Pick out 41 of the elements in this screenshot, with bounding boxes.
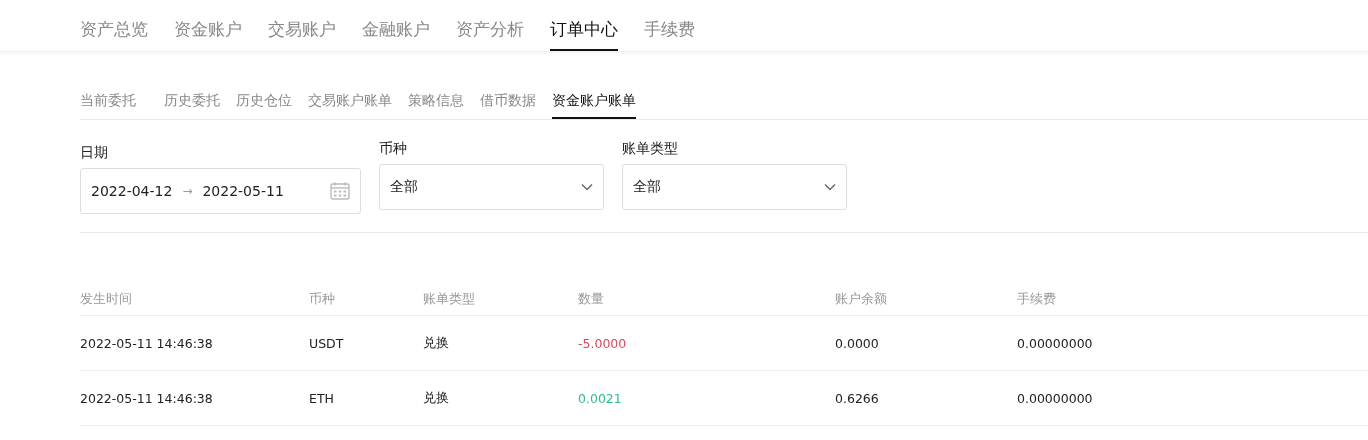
table-cell-text: 兑换 [423,389,450,407]
nav-tab[interactable]: 手续费 [644,0,695,51]
chevron-down-icon [581,183,593,191]
sub-tab[interactable]: 策略信息 [408,92,464,119]
column-header: 账户余额 [835,291,888,308]
date-range-field[interactable]: 2022-04-12 → 2022-05-11 [80,168,361,214]
nav-tab[interactable]: 资产总览 [80,0,148,51]
field-label: 日期 [80,144,109,162]
table-cell-text: 2022-05-11 14:46:38 [80,390,214,406]
table-cell-text: 兑换 [423,334,450,352]
sub-tab[interactable]: 借币数据 [480,92,536,119]
table-cell-text: 0.0000 [835,335,880,351]
table-cell-text: ETH [309,390,335,406]
table-cell-text: 0.00000000 [1017,390,1094,406]
chevron-down-icon [824,183,836,191]
sub-tab[interactable]: 历史仓位 [236,92,292,119]
bill-type-select[interactable]: 全部 [622,164,847,210]
column-header: 发生时间 [80,291,133,308]
column-header: 数量 [578,291,605,308]
column-header: 账单类型 [423,291,476,308]
column-header: 币种 [309,291,336,308]
table-cell-text: USDT [309,335,345,351]
table-cell-text: 2022-05-11 14:46:38 [80,335,214,351]
field-label: 账单类型 [622,140,679,158]
nav-tab[interactable]: 订单中心 [550,0,618,51]
field-label: 币种 [379,140,408,158]
nav-tab[interactable]: 金融账户 [362,0,430,51]
table-cell-text: -5.0000 [578,335,628,351]
nav-tab[interactable]: 资产分析 [456,0,524,51]
currency-select[interactable]: 全部 [379,164,604,210]
calendar-icon [330,182,350,200]
nav-tab[interactable]: 交易账户 [268,0,336,51]
table-cell-text: 0.0021 [578,390,623,406]
nav-tab[interactable]: 资金账户 [174,0,242,51]
table-cell-text: 0.6266 [835,390,880,406]
sub-tab[interactable]: 当前委托 [80,92,136,119]
sub-tab[interactable]: 历史委托 [164,92,220,119]
table-cell-text: 0.00000000 [1017,335,1094,351]
column-header: 手续费 [1017,291,1057,308]
sub-tab[interactable]: 交易账户账单 [308,92,392,119]
sub-tab[interactable]: 资金账户账单 [552,92,636,119]
